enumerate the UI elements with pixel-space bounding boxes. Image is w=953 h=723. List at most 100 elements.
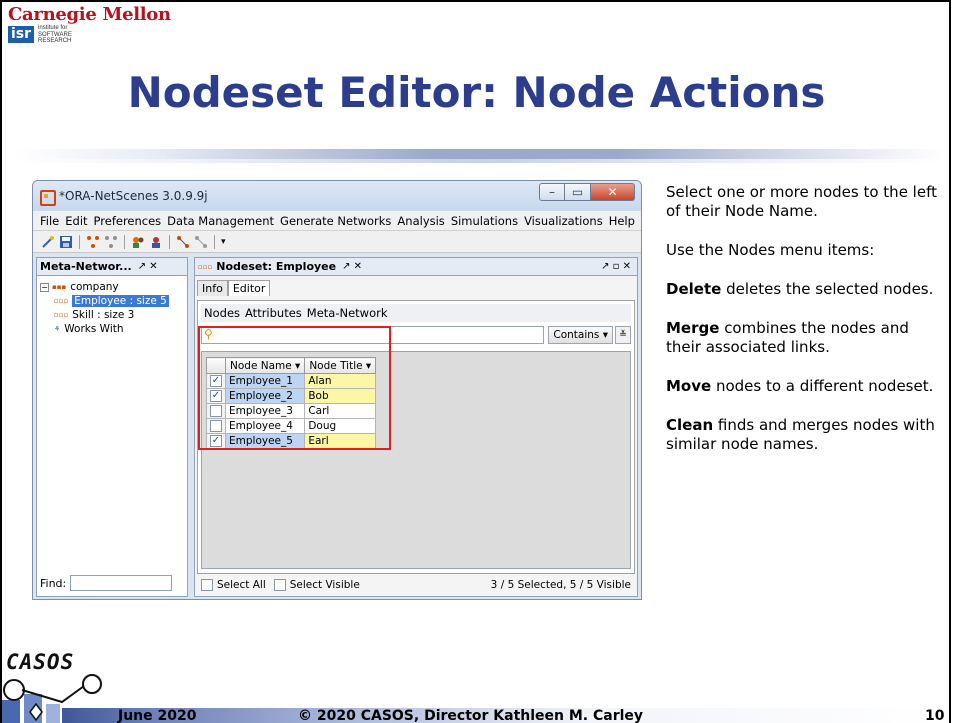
toolbar: ▾ [33, 231, 641, 253]
wand-icon[interactable] [41, 235, 55, 249]
find-row: Find: [40, 574, 186, 592]
casos-logo: CASOS [6, 650, 75, 674]
tab-close-icon[interactable]: ↗ ✕ [342, 261, 362, 272]
tree-root[interactable]: − ▪▪▪ company [40, 280, 184, 294]
minimize-button[interactable]: – [539, 183, 565, 201]
tree-root-label: company [70, 281, 119, 293]
note-keyword: Delete [666, 280, 722, 298]
note-text: deletes the selected nodes. [721, 280, 934, 298]
editor-tabs: Info Editor [197, 280, 635, 296]
meta-network-pane: Meta-Networ... ↗ ✕ − ▪▪▪ company ▫▫▫ Emp… [36, 257, 188, 597]
editor-menu-bar: Nodes Attributes Meta-Network [201, 304, 631, 322]
slide-title: Nodeset Editor: Node Actions [127, 68, 826, 117]
toolbar-separator [214, 234, 215, 249]
window-title: *ORA-NetScenes 3.0.9.9j [59, 189, 208, 203]
contains-label: Contains [553, 329, 600, 341]
network-icon[interactable] [86, 235, 100, 249]
note-text: Select one or more nodes to the left of … [666, 183, 937, 220]
menu-file[interactable]: File [37, 214, 62, 228]
note-paragraph: Merge combines the nodes and their assoc… [666, 319, 946, 357]
users-icon[interactable] [131, 235, 145, 249]
select-all-label: Select All [217, 579, 266, 591]
menu-nodes[interactable]: Nodes [204, 306, 240, 320]
meta-network-tree: − ▪▪▪ company ▫▫▫ Employee : size 5 ▫▫▫ … [37, 276, 187, 340]
graph-icon[interactable] [176, 235, 190, 249]
find-label: Find: [40, 576, 67, 590]
menu-attributes[interactable]: Attributes [245, 306, 302, 320]
note-paragraph: Move nodes to a different nodeset. [666, 377, 946, 396]
tree-item-works-with[interactable]: ⚘ Works With [40, 322, 184, 336]
status-row: Select All Select Visible 3 / 5 Selected… [197, 576, 635, 594]
toolbar-separator [169, 234, 170, 249]
tree-item-skill[interactable]: ▫▫▫ Skill : size 3 [40, 308, 184, 322]
note-text: Use the Nodes menu items: [666, 241, 875, 259]
note-paragraph: Use the Nodes menu items: [666, 241, 946, 260]
graph-grey-icon[interactable] [194, 235, 208, 249]
toolbar-dropdown-icon[interactable]: ▾ [221, 237, 226, 247]
tree-item-label: Employee : size 5 [72, 295, 169, 307]
tab-info[interactable]: Info [197, 280, 228, 296]
network-link-icon: ⚘ [54, 325, 61, 333]
toolbar-separator [124, 234, 125, 249]
isr-logo-text: institute for SOFTWARE RESEARCH [38, 25, 72, 45]
maximize-button[interactable]: ▭ [565, 183, 591, 201]
note-paragraph: Clean finds and merges nodes with simila… [666, 416, 946, 454]
nodeset-icon: ▫▫▫ [198, 262, 213, 271]
toolbar-separator [79, 234, 80, 249]
tab-editor[interactable]: Editor [227, 280, 271, 296]
page-number: 10 [925, 708, 945, 723]
note-keyword: Move [666, 377, 712, 395]
find-input[interactable] [70, 575, 173, 591]
menu-bar: File Edit Preferences Data Management Ge… [33, 211, 641, 231]
menu-preferences[interactable]: Preferences [91, 214, 165, 228]
collapse-icon[interactable]: − [40, 282, 49, 292]
menu-generate-networks[interactable]: Generate Networks [277, 214, 394, 228]
nodeset-icon: ▫▫▫ [54, 311, 69, 319]
footer-date: June 2020 [118, 708, 197, 723]
menu-visualizations[interactable]: Visualizations [521, 214, 606, 228]
window-controls: – ▭ ✕ [539, 183, 635, 201]
contains-dropdown[interactable]: Contains ▾ [548, 326, 613, 344]
note-keyword: Clean [666, 416, 714, 434]
note-paragraph: Delete deletes the selected nodes. [666, 280, 946, 299]
menu-data-management[interactable]: Data Management [164, 214, 277, 228]
nodeset-pane-header: ▫▫▫ Nodeset: Employee ↗ ✕ ↗ ▫ ✕ [195, 258, 637, 276]
menu-meta-network[interactable]: Meta-Network [307, 306, 388, 320]
select-all-checkbox[interactable] [201, 579, 213, 591]
title-divider [14, 149, 944, 159]
menu-help[interactable]: Help [606, 214, 638, 228]
footer-copyright: © 2020 CASOS, Director Kathleen M. Carle… [298, 708, 644, 723]
meta-network-pane-header: Meta-Networ... ↗ ✕ [37, 258, 187, 276]
note-paragraph: Select one or more nodes to the left of … [666, 183, 946, 221]
isr-line-2: SOFTWARE [38, 31, 72, 38]
meta-network-pane-title[interactable]: Meta-Networ... [40, 260, 132, 273]
selection-highlight-box [198, 326, 391, 450]
cmu-logo: Carnegie Mellon [8, 4, 171, 25]
notes-column: Select one or more nodes to the left of … [666, 183, 946, 474]
title-divider-shadow [14, 159, 944, 163]
collapse-search-icon[interactable]: ≚ [615, 326, 631, 344]
select-visible-label: Select Visible [289, 579, 360, 591]
isr-line-1: institute for [38, 25, 68, 31]
tree-item-employee[interactable]: ▫▫▫ Employee : size 5 [40, 294, 184, 308]
isr-logo: isr institute for SOFTWARE RESEARCH [8, 25, 72, 45]
close-button[interactable]: ✕ [591, 183, 635, 201]
meta-network-icon: ▪▪▪ [52, 283, 67, 291]
menu-simulations[interactable]: Simulations [448, 214, 521, 228]
user-group-icon[interactable] [149, 235, 163, 249]
note-text: nodes to a different nodeset. [711, 377, 934, 395]
tree-item-label: Works With [64, 323, 124, 335]
ora-app-icon [39, 189, 56, 206]
select-visible-checkbox[interactable] [273, 579, 286, 591]
tree-item-label: Skill : size 3 [72, 309, 135, 321]
menu-edit[interactable]: Edit [62, 214, 90, 228]
nodeset-icon: ▫▫▫ [54, 297, 69, 305]
network-grey-icon[interactable] [104, 235, 118, 249]
save-icon[interactable] [59, 235, 73, 249]
pane-window-controls[interactable]: ↗ ▫ ✕ [601, 261, 631, 272]
note-keyword: Merge [666, 319, 720, 337]
menu-analysis[interactable]: Analysis [394, 214, 447, 228]
window-titlebar[interactable]: *ORA-NetScenes 3.0.9.9j – ▭ ✕ [33, 181, 641, 211]
meta-network-pane-controls[interactable]: ↗ ✕ [138, 261, 158, 272]
nodeset-pane-title[interactable]: Nodeset: Employee [216, 260, 336, 273]
